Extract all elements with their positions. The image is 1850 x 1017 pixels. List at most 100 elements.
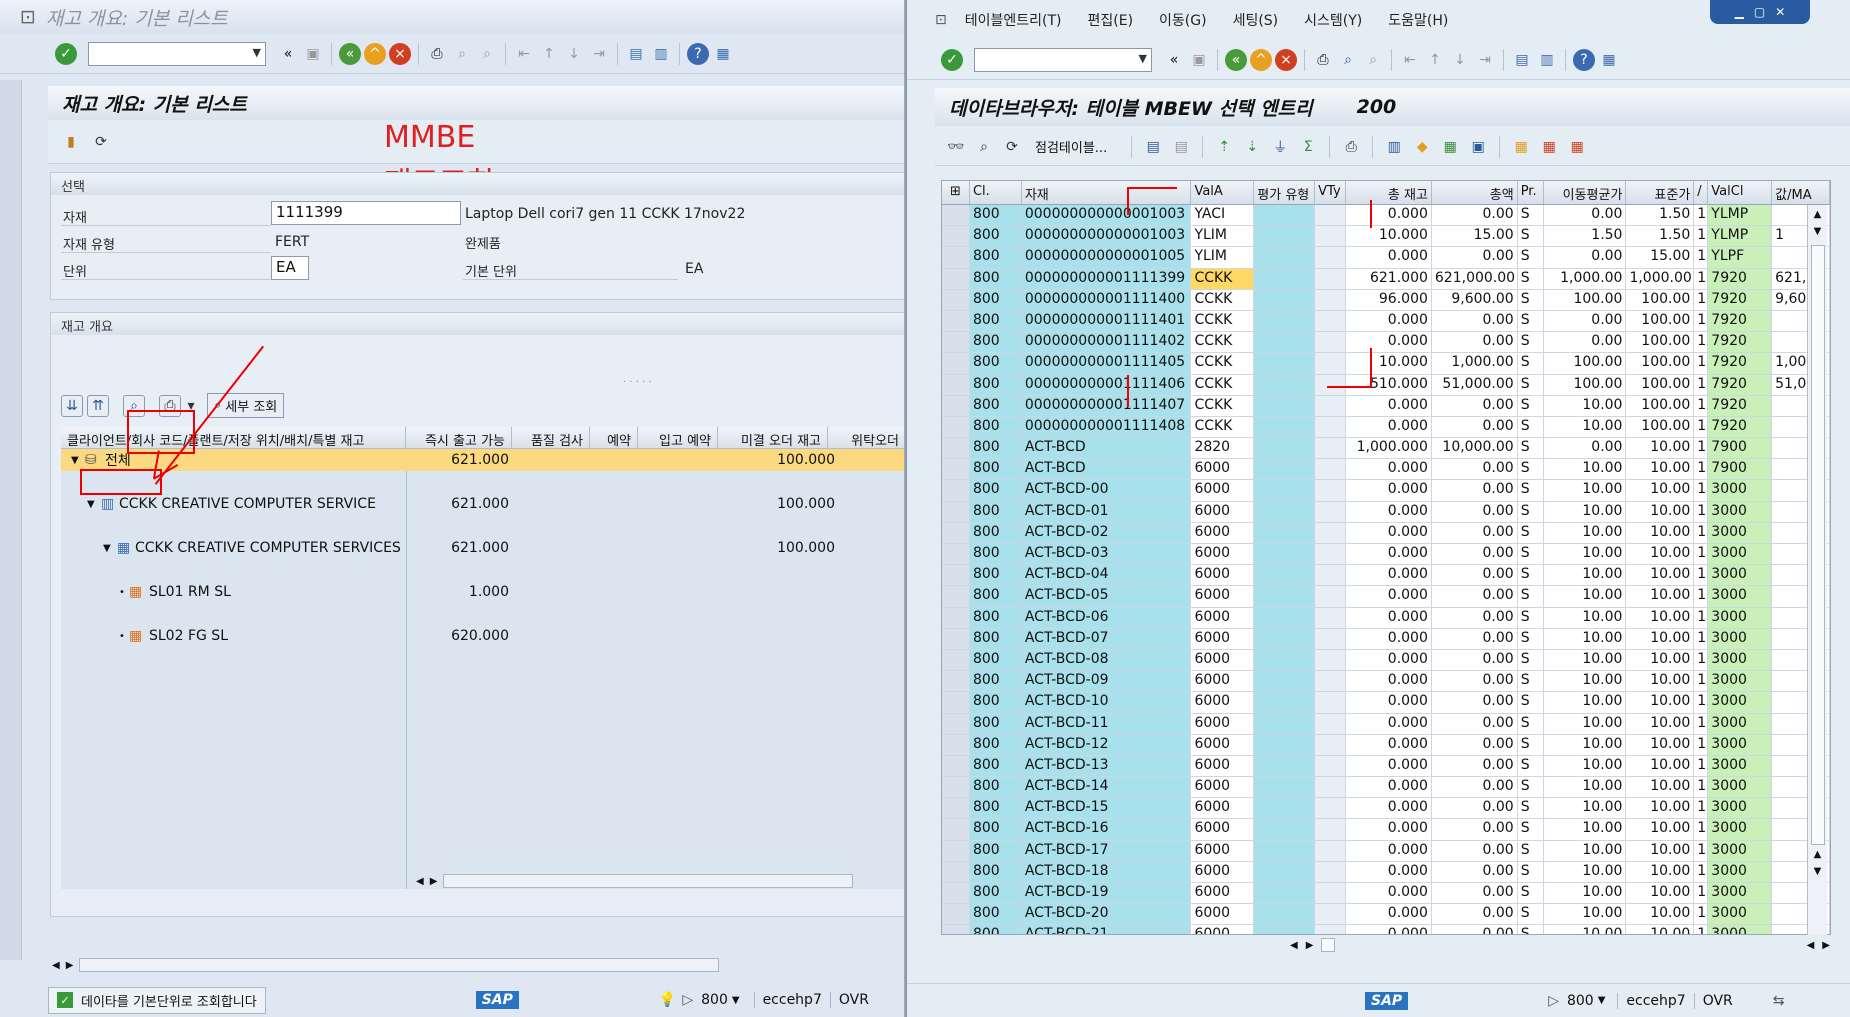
client-dropdown-icon[interactable]: ▼ xyxy=(732,995,740,1006)
cell-valuation-area[interactable]: 6000 xyxy=(1191,649,1255,671)
sum-icon[interactable]: Σ xyxy=(1297,136,1319,158)
row-selector[interactable] xyxy=(942,501,970,522)
warning-icon[interactable]: 💡 xyxy=(659,992,676,1008)
table-row[interactable]: 800 ACT-BCD 2820 1,000.000 10,000.00 S 0.00 10.… xyxy=(942,438,1830,460)
cell-standard-price[interactable]: 10.00 xyxy=(1626,734,1695,755)
cell-vty[interactable] xyxy=(1315,819,1347,840)
cell-valuation-class[interactable]: 7920 xyxy=(1708,416,1773,438)
cell-client[interactable]: 800 xyxy=(969,755,1022,777)
prev-page-icon[interactable]: ↑ xyxy=(538,43,560,65)
cell-material[interactable]: 000000000001111405 xyxy=(1021,353,1192,374)
cell-total-stock[interactable]: 0.000 xyxy=(1346,713,1432,734)
cell-valuation-type[interactable] xyxy=(1254,755,1316,777)
cell-valuation-class[interactable]: 3000 xyxy=(1708,671,1773,692)
status-message-box[interactable]: ✓ 데이타를 기본단위로 조회합니다 xyxy=(48,986,266,1014)
cell-valuation-type[interactable] xyxy=(1254,798,1316,819)
cell-client[interactable]: 800 xyxy=(969,692,1022,713)
row-selector[interactable] xyxy=(942,565,970,586)
cell-price-unit[interactable]: 1 xyxy=(1694,268,1709,289)
cell-price-control[interactable]: S xyxy=(1518,226,1544,247)
cell-client[interactable]: 800 xyxy=(969,416,1022,438)
col-standard-price[interactable]: 표준가 xyxy=(1626,181,1695,204)
table-row[interactable]: 800 ACT-BCD-00 6000 0.000 0.00 S 10.00 10.00 1 30… xyxy=(942,480,1830,502)
cell-price-control[interactable]: S xyxy=(1518,649,1544,671)
cell-client[interactable]: 800 xyxy=(969,713,1022,734)
table-row[interactable]: 800 000000000001111400 CCKK 96.000 9,600.00 S… xyxy=(942,289,1830,311)
row-selector[interactable] xyxy=(942,353,970,374)
cell-standard-price[interactable]: 10.00 xyxy=(1626,671,1695,692)
cell-total-stock[interactable]: 0.000 xyxy=(1346,565,1432,586)
cell-price-control[interactable]: S xyxy=(1518,586,1544,607)
cell-total-value[interactable]: 0.00 xyxy=(1432,416,1518,438)
cell-valuation-area[interactable]: 2820 xyxy=(1191,438,1255,459)
cell-valuation-class[interactable]: YLMP xyxy=(1708,205,1773,226)
cell-material[interactable]: ACT-BCD-21 xyxy=(1021,925,1192,934)
cell-valuation-class[interactable]: 3000 xyxy=(1708,840,1773,861)
expand-company-icon[interactable]: ▼ xyxy=(87,499,95,510)
cell-total-value[interactable]: 0.00 xyxy=(1432,819,1518,840)
cell-moving-avg[interactable]: 1,000.00 xyxy=(1544,268,1627,289)
cell-total-value[interactable]: 10,000.00 xyxy=(1432,438,1518,459)
table-row[interactable]: 800 000000000000001005 YLIM 0.000 0.00 S 0.00 1… xyxy=(942,247,1830,269)
cell-total-value[interactable]: 0.00 xyxy=(1432,734,1518,755)
cell-valuation-area[interactable]: CCKK xyxy=(1191,268,1255,289)
cell-material[interactable]: ACT-BCD-02 xyxy=(1021,522,1192,543)
cell-client[interactable]: 800 xyxy=(969,798,1022,819)
cell-standard-price[interactable]: 100.00 xyxy=(1626,353,1695,374)
row-selector[interactable] xyxy=(942,840,970,861)
row-selector[interactable] xyxy=(942,522,970,543)
cell-material[interactable]: ACT-BCD-14 xyxy=(1021,777,1192,798)
cell-price-unit[interactable]: 1 xyxy=(1694,586,1709,607)
row-selector[interactable] xyxy=(942,607,970,628)
cell-price-unit[interactable]: 1 xyxy=(1694,671,1709,692)
cell-price-control[interactable]: S xyxy=(1518,755,1544,777)
material-icon[interactable]: ▮ xyxy=(60,131,82,153)
cell-price-unit[interactable]: 1 xyxy=(1694,883,1709,904)
cell-vty[interactable] xyxy=(1315,671,1347,692)
cell-client[interactable]: 800 xyxy=(969,777,1022,798)
cell-moving-avg[interactable]: 10.00 xyxy=(1544,692,1627,713)
row-selector[interactable] xyxy=(942,861,970,882)
row-selector[interactable] xyxy=(942,628,970,649)
cell-vty[interactable] xyxy=(1315,649,1347,671)
cell-total-value[interactable]: 0.00 xyxy=(1432,628,1518,649)
cell-total-value[interactable]: 0.00 xyxy=(1432,904,1518,925)
export-icon[interactable]: ▥ xyxy=(1383,136,1405,158)
back-icon[interactable]: « xyxy=(339,42,361,65)
cell-moving-avg[interactable]: 10.00 xyxy=(1544,586,1627,607)
cell-client[interactable]: 800 xyxy=(969,819,1022,840)
cell-vty[interactable] xyxy=(1315,840,1347,861)
cell-vty[interactable] xyxy=(1315,713,1347,734)
table-row[interactable]: 800 000000000001111408 CCKK 0.000 0.00 S 10.00… xyxy=(942,416,1830,439)
cell-vty[interactable] xyxy=(1315,904,1347,925)
cell-valuation-type[interactable] xyxy=(1254,332,1316,353)
table-row[interactable]: 800 ACT-BCD-11 6000 0.000 0.00 S 10.00 10.00 1 30… xyxy=(942,713,1830,735)
table-row[interactable]: 800 ACT-BCD-13 6000 0.000 0.00 S 10.00 10.00 1 30… xyxy=(942,755,1830,778)
cell-price-control[interactable]: S xyxy=(1518,395,1544,416)
first-page-icon[interactable]: ⇤ xyxy=(513,43,535,65)
cell-price-unit[interactable]: 1 xyxy=(1694,247,1709,268)
col-valuation-type[interactable]: 평가 유형 xyxy=(1254,181,1316,204)
cell-client[interactable]: 800 xyxy=(969,247,1022,268)
cell-total-stock[interactable]: 0.000 xyxy=(1346,247,1432,268)
menu-goto[interactable]: 이동(G) xyxy=(1159,10,1207,30)
cell-valuation-type[interactable] xyxy=(1254,395,1316,416)
cell-total-value[interactable]: 0.00 xyxy=(1432,247,1518,268)
cell-valuation-type[interactable] xyxy=(1254,374,1316,395)
table-row[interactable]: 800 ACT-BCD-02 6000 0.000 0.00 S 10.00 10.00 1 30… xyxy=(942,522,1830,544)
cell-vty[interactable] xyxy=(1315,777,1347,798)
cell-moving-avg[interactable]: 100.00 xyxy=(1544,374,1627,395)
cell-valuation-area[interactable]: 6000 xyxy=(1191,607,1255,628)
cell-price-unit[interactable]: 1 xyxy=(1694,565,1709,586)
cell-valuation-area[interactable]: CCKK xyxy=(1191,374,1255,395)
cell-valuation-class[interactable]: 7920 xyxy=(1708,289,1773,310)
cell-valuation-area[interactable]: 6000 xyxy=(1191,861,1255,882)
play-icon[interactable]: ▷ xyxy=(682,992,693,1008)
cell-valuation-area[interactable]: 6000 xyxy=(1191,692,1255,713)
cell-valuation-class[interactable]: 7920 xyxy=(1708,268,1773,289)
cell-material[interactable]: 000000000001111406 xyxy=(1021,374,1192,395)
layout-icon[interactable]: ▦ xyxy=(1598,49,1620,71)
cell-price-unit[interactable]: 1 xyxy=(1694,840,1709,861)
cell-valuation-type[interactable] xyxy=(1254,607,1316,628)
row-selector[interactable] xyxy=(942,268,970,289)
